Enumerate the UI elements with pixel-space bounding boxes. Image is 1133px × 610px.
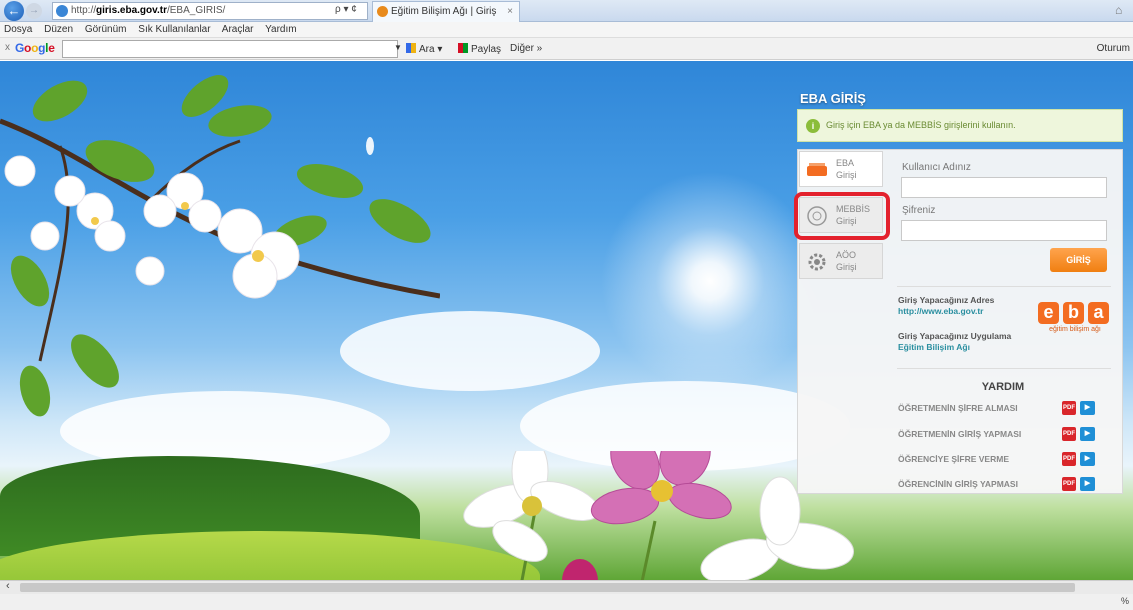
info-icon: i: [806, 119, 820, 133]
blossom-branch-illustration: [0, 75, 440, 417]
address-search-refresh-icon[interactable]: ρ ▾ ¢: [335, 4, 357, 15]
help-row[interactable]: ÖĞRETMENİN ŞİFRE ALMASI PDF ▶: [898, 398, 1118, 418]
video-icon[interactable]: ▶: [1080, 427, 1095, 441]
tab-eba-login[interactable]: EBA Girişi: [799, 151, 883, 187]
back-arrow-icon[interactable]: ←: [4, 1, 24, 21]
google-toolbar: x Google ▼ Ara ▾ Paylaş Diğer » Oturum: [0, 38, 1133, 60]
horizontal-scrollbar[interactable]: ‹: [0, 580, 1133, 594]
search-icon: [406, 43, 416, 53]
tab-close-icon[interactable]: ×: [507, 2, 513, 21]
scroll-left-icon[interactable]: ‹: [6, 580, 10, 592]
address-host: giris.eba.gov.tr: [96, 5, 167, 16]
google-search-button[interactable]: Ara ▾: [406, 43, 442, 55]
zoom-indicator[interactable]: %: [1121, 596, 1129, 606]
forward-arrow-icon[interactable]: →: [26, 3, 42, 19]
help-row[interactable]: ÖĞRENCİYE ŞİFRE VERME PDF ▶: [898, 449, 1118, 469]
login-notice: i Giriş için EBA ya da MEBBİS girişlerin…: [797, 109, 1123, 142]
toolbar-close-icon[interactable]: x: [5, 42, 10, 53]
home-icon[interactable]: ⌂: [1115, 3, 1129, 17]
search-dropdown-icon[interactable]: ▼: [394, 43, 402, 52]
eba-logo-icon: [807, 163, 827, 176]
video-icon[interactable]: ▶: [1080, 477, 1095, 491]
notice-text: Giriş için EBA ya da MEBBİS girişlerini …: [826, 120, 1016, 130]
username-input[interactable]: [901, 177, 1107, 198]
help-title: YARDIM: [981, 381, 1025, 393]
app-label: Giriş Yapacağınız Uygulama: [898, 331, 1012, 341]
username-label: Kullanıcı Adınız: [902, 162, 971, 173]
menu-item-favorites[interactable]: Sık Kullanılanlar: [138, 24, 210, 35]
browser-titlebar: ← → http://giris.eba.gov.tr/EBA_GIRIS/ ρ…: [0, 0, 1133, 22]
scrollbar-thumb[interactable]: [20, 583, 1075, 592]
menu-item-edit[interactable]: Düzen: [44, 24, 73, 35]
pdf-icon[interactable]: PDF: [1062, 452, 1076, 466]
menu-bar: Dosya Düzen Görünüm Sık Kullanılanlar Ar…: [0, 22, 1133, 38]
pdf-icon[interactable]: PDF: [1062, 477, 1076, 491]
help-row[interactable]: ÖĞRETMENİN GİRİŞ YAPMASI PDF ▶: [898, 424, 1118, 444]
aoo-gear-icon: [808, 253, 826, 271]
password-label: Şifreniz: [902, 205, 936, 216]
highlight-box: [794, 192, 890, 240]
divider: [897, 368, 1111, 369]
divider: [897, 286, 1111, 287]
menu-item-help[interactable]: Yardım: [265, 24, 297, 35]
pdf-icon[interactable]: PDF: [1062, 427, 1076, 441]
menu-item-view[interactable]: Görünüm: [85, 24, 127, 35]
address-link[interactable]: http://www.eba.gov.tr: [898, 306, 983, 316]
login-box: EBA Girişi MEBBİS Girişi AÖO Girişi Kullanı…: [794, 149, 1123, 494]
help-row[interactable]: ÖĞRENCİNİN GİRİŞ YAPMASI PDF ▶: [898, 474, 1118, 494]
pdf-icon[interactable]: PDF: [1062, 401, 1076, 415]
browser-tab[interactable]: Eğitim Bilişim Ağı | Giriş ×: [372, 1, 520, 22]
password-input[interactable]: [901, 220, 1107, 241]
share-icon: [458, 43, 468, 53]
address-bar[interactable]: http://giris.eba.gov.tr/EBA_GIRIS/: [52, 2, 368, 20]
ie-page-icon: [56, 5, 68, 17]
video-icon[interactable]: ▶: [1080, 452, 1095, 466]
page-background: EBA GİRİŞ i Giriş için EBA ya da MEBBİS …: [0, 61, 1133, 580]
more-button[interactable]: Diğer »: [510, 43, 542, 54]
address-prefix: http://: [71, 5, 97, 16]
address-label: Giriş Yapacağınız Adres: [898, 295, 995, 305]
google-search-input[interactable]: [62, 40, 398, 58]
eba-logo: e b a eğitim bilişim ağı: [1038, 302, 1110, 336]
login-panel: EBA GİRİŞ i Giriş için EBA ya da MEBBİS …: [787, 87, 1126, 517]
signin-button[interactable]: Oturum: [1097, 43, 1130, 54]
login-button[interactable]: GİRİŞ: [1050, 248, 1107, 272]
address-path: /EBA_GIRIS/: [166, 5, 226, 16]
menu-item-tools[interactable]: Araçlar: [222, 24, 254, 35]
google-logo: Google: [15, 41, 55, 55]
menu-item-file[interactable]: Dosya: [4, 24, 32, 35]
login-title: EBA GİRİŞ: [800, 91, 866, 106]
share-button[interactable]: Paylaş: [458, 43, 501, 55]
status-bar: %: [0, 594, 1133, 610]
tab-mebbis-login[interactable]: MEBBİS Girişi: [794, 192, 890, 240]
video-icon[interactable]: ▶: [1080, 401, 1095, 415]
tab-favicon-icon: [377, 6, 388, 17]
app-link[interactable]: Eğitim Bilişim Ağı: [898, 342, 970, 352]
tab-aoo-login[interactable]: AÖO Girişi: [799, 243, 883, 279]
tab-title: Eğitim Bilişim Ağı | Giriş: [391, 6, 497, 17]
